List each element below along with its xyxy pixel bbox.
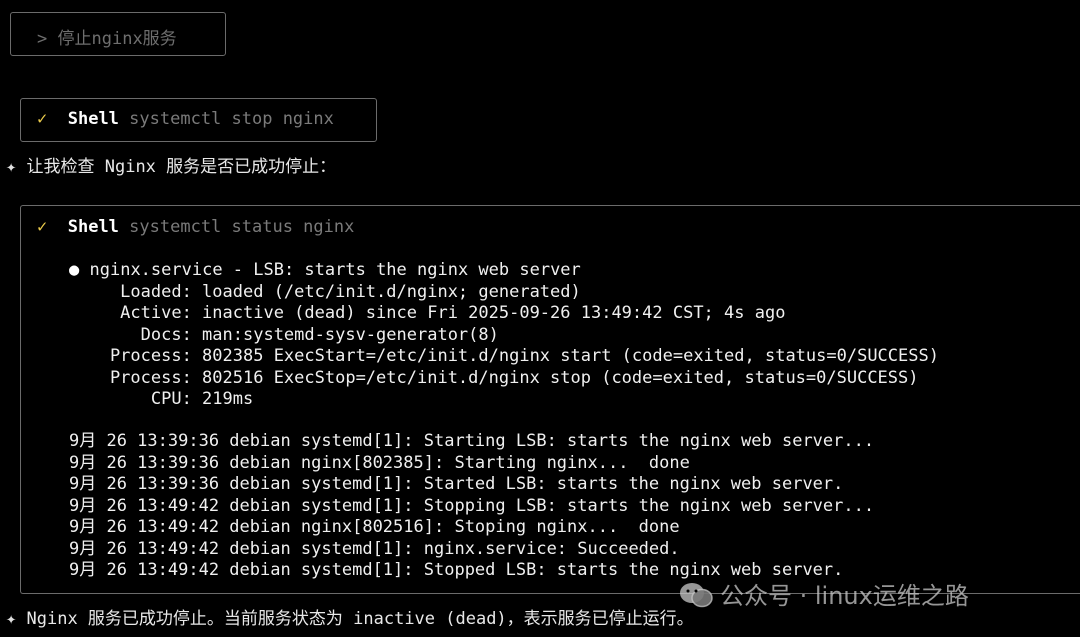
- log-line: 9月 26 13:49:42 debian nginx[802516]: Sto…: [69, 517, 680, 537]
- log-line: 9月 26 13:39:36 debian nginx[802385]: Sta…: [69, 452, 690, 473]
- check-icon: ✓: [37, 109, 48, 129]
- check-icon: ✓: [37, 217, 48, 237]
- log-line: 9月 26 13:39:36 debian systemd[1]: Starte…: [69, 474, 844, 494]
- status-line-text: nginx.service - LSB: starts the nginx we…: [89, 260, 581, 280]
- status-output: ● nginx.service - LSB: starts the nginx …: [69, 260, 939, 411]
- tool-command: systemctl stop nginx: [129, 109, 334, 129]
- tool-call-header: ✓ Shell systemctl status nginx: [37, 217, 1080, 237]
- status-line: Active: inactive (dead) since Fri 2025-0…: [69, 303, 786, 323]
- log-line: 9月 26 13:49:42 debian systemd[1]: nginx.…: [69, 538, 680, 559]
- status-line: CPU: 219ms: [69, 389, 254, 409]
- tool-name: Shell: [67, 109, 119, 129]
- assistant-message: ✦ 让我检查 Nginx 服务是否已成功停止：: [6, 152, 336, 177]
- status-line: ● nginx.service - LSB: starts the nginx …: [69, 260, 939, 282]
- sparkle-icon: ✦: [6, 609, 17, 629]
- status-line: Loaded: loaded (/etc/init.d/nginx; gener…: [69, 281, 581, 302]
- tool-call-stop: ✓ Shell systemctl stop nginx: [20, 98, 377, 142]
- watermark-text: 公众号 · linux运维之路: [720, 582, 969, 610]
- tool-command: systemctl status nginx: [129, 217, 355, 237]
- log-output: 9月 26 13:39:36 debian systemd[1]: Starti…: [69, 431, 874, 582]
- status-bullet-icon: ●: [69, 260, 80, 280]
- assistant-message-text: Nginx 服务已成功停止。当前服务状态为 inactive (dead)，表示…: [26, 609, 694, 629]
- assistant-message: ✦ Nginx 服务已成功停止。当前服务状态为 inactive (dead)，…: [6, 604, 694, 629]
- wechat-icon: [680, 583, 713, 608]
- prompt-text: 停止nginx服务: [57, 29, 177, 49]
- tool-name: Shell: [67, 217, 119, 237]
- status-line: Docs: man:systemd-sysv-generator(8): [69, 324, 499, 345]
- assistant-message-text: 让我检查 Nginx 服务是否已成功停止：: [26, 157, 337, 177]
- status-line: Process: 802385 ExecStart=/etc/init.d/ng…: [69, 346, 939, 366]
- sparkle-icon: ✦: [6, 157, 17, 177]
- tool-call-header: ✓ Shell systemctl stop nginx: [37, 109, 376, 129]
- log-line: 9月 26 13:39:36 debian systemd[1]: Starti…: [69, 431, 875, 451]
- tool-call-status: ✓ Shell systemctl status nginx ● nginx.s…: [20, 205, 1080, 594]
- watermark: 公众号 · linux运维之路: [678, 576, 969, 611]
- user-prompt-box: > 停止nginx服务: [10, 12, 226, 56]
- prompt-arrow: >: [37, 29, 48, 49]
- status-line: Process: 802516 ExecStop=/etc/init.d/ngi…: [69, 367, 919, 388]
- log-line: 9月 26 13:49:42 debian systemd[1]: Stoppi…: [69, 495, 875, 516]
